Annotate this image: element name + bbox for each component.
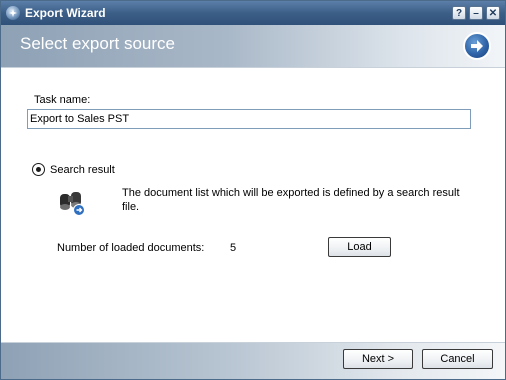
loaded-documents-count: 5 xyxy=(230,242,237,254)
task-name-label: Task name: xyxy=(34,94,91,106)
wizard-app-icon xyxy=(6,6,20,20)
export-wizard-window: Export Wizard ? – ✕ Select export source… xyxy=(0,0,506,380)
wizard-header: Select export source xyxy=(1,25,505,68)
binoculars-icon xyxy=(57,188,87,216)
title-bar: Export Wizard ? – ✕ xyxy=(1,1,505,25)
task-name-input[interactable] xyxy=(27,109,471,129)
search-result-radio[interactable] xyxy=(32,163,45,176)
help-button[interactable]: ? xyxy=(452,6,466,20)
source-description: The document list which will be exported… xyxy=(122,187,460,213)
minimize-button[interactable]: – xyxy=(469,6,483,20)
close-button[interactable]: ✕ xyxy=(486,6,500,20)
search-result-label[interactable]: Search result xyxy=(50,164,115,176)
page-title: Select export source xyxy=(20,34,175,53)
loaded-documents-label: Number of loaded documents: xyxy=(57,242,205,254)
cancel-button[interactable]: Cancel xyxy=(422,349,493,369)
load-button[interactable]: Load xyxy=(328,237,391,257)
next-arrow-icon xyxy=(463,32,491,60)
next-button[interactable]: Next > xyxy=(343,349,413,369)
window-title: Export Wizard xyxy=(25,6,106,20)
